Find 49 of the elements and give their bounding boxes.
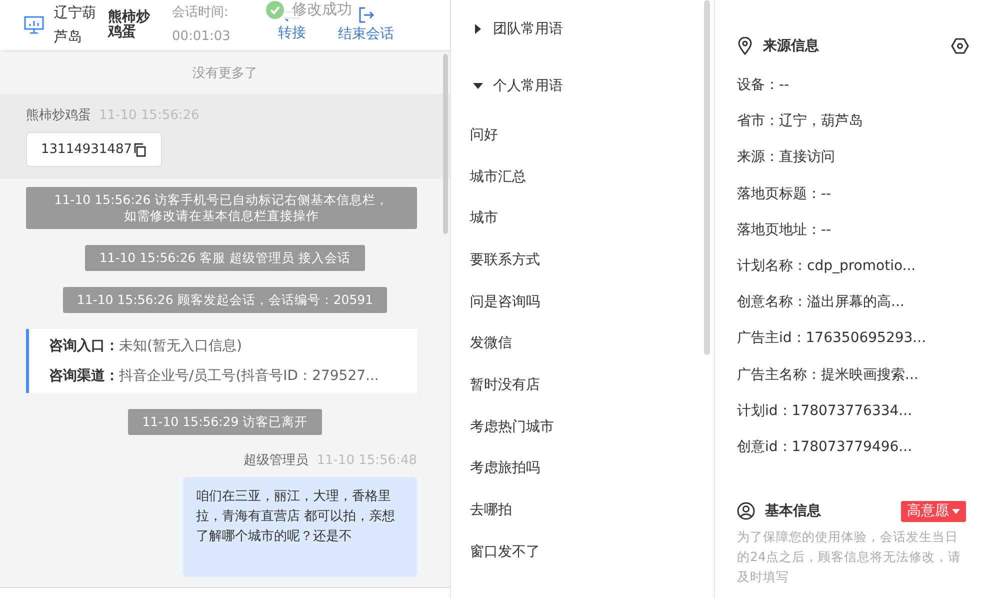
message-bubble: 13114931487 — [26, 132, 162, 167]
info-row-text: 省市：辽宁，葫芦岛 — [737, 112, 864, 132]
info-row-text: 落地页标题：-- — [737, 184, 832, 204]
section-title: 基本信息 — [765, 502, 821, 520]
info-row-text: 设备：-- — [737, 76, 790, 96]
system-message: 11-10 15:56:26 客服 超级管理员 接入会话 — [85, 245, 365, 271]
copy-icon[interactable] — [132, 142, 147, 156]
info-row-text: 广告主名称：提米映画搜索... — [737, 366, 920, 385]
entry-row-text: 咨询渠道：抖音企业号/员工号(抖音号ID：279527... — [49, 367, 380, 385]
visitor-name: 熊柿炒鸡蛋 — [108, 10, 152, 40]
visitor-location: 辽宁葫芦岛 — [54, 4, 97, 47]
user-icon — [737, 502, 755, 520]
phrase-item[interactable]: 去哪拍 — [470, 489, 714, 531]
phrase-item[interactable]: 问是咨询吗 — [470, 280, 714, 322]
section-title: 来源信息 — [763, 37, 819, 55]
info-note: 为了保障您的使用体验，会话发生当日的24点之后，顾客信息将无法修改，请及时填写 — [737, 528, 962, 586]
caret-down-icon — [952, 508, 960, 514]
monitor-icon — [24, 16, 44, 34]
phrase-item[interactable]: 发微信 — [470, 322, 714, 364]
phrase-group[interactable]: 个人常用语 — [470, 58, 563, 114]
phrase-item[interactable]: 窗口发不了 — [470, 530, 714, 573]
message-meta: 超级管理员 11-10 15:56:48 — [244, 452, 417, 469]
phrase-item[interactable]: 问好 — [470, 114, 714, 156]
no-more-notice: 没有更多了 — [192, 65, 258, 83]
entry-row-text: 咨询入口：未知(暂无入口信息) — [49, 337, 243, 355]
phrase-item[interactable]: 城市汇总 — [470, 156, 714, 198]
location-pin-icon — [737, 37, 753, 55]
info-row-text: 创意名称：溢出屏幕的高... — [737, 293, 906, 312]
phrase-item[interactable]: 暂时没有店 — [470, 364, 714, 406]
exit-icon — [358, 7, 374, 23]
system-message: 11-10 15:56:26 顾客发起会话，会话编号：20591 — [62, 287, 388, 313]
system-message: 11-10 15:56:29 访客已离开 — [128, 409, 322, 435]
info-row-text: 计划名称：cdp_promotio... — [737, 257, 917, 276]
info-row-text: 落地页地址：-- — [737, 220, 832, 240]
intent-tag-dropdown[interactable]: 高意愿 — [901, 500, 966, 522]
session-time: 会话时间: 00:01:03 — [172, 4, 232, 46]
message-bubble: 咱们在三亚，丽江，大理，香格里拉，青海有直营店 都可以拍，亲想了解哪个城市的呢？还是不 — [183, 477, 417, 577]
toast-message: 修改成功 — [292, 0, 352, 19]
info-row-text: 广告主id：176350695293... — [737, 329, 928, 348]
phrase-item[interactable]: 要联系方式 — [470, 239, 714, 281]
info-row-text: 来源：直接访问 — [737, 148, 836, 168]
phrase-item[interactable]: 考虑旅拍吗 — [470, 448, 714, 490]
info-row-text: 创意id：178073779496... — [737, 438, 914, 457]
info-row-text: 计划id：178073776334... — [737, 402, 914, 421]
settings-icon[interactable] — [951, 38, 969, 54]
phrase-item[interactable]: 考虑热门城市 — [470, 406, 714, 448]
phrase-group[interactable]: 团队常用语 — [470, 1, 563, 57]
system-message: 11-10 15:56:26 访客手机号已自动标记右侧基本信息栏，如需修改请在基本信息栏直接操作 — [26, 187, 417, 229]
phrase-item[interactable]: 城市 — [470, 197, 714, 240]
